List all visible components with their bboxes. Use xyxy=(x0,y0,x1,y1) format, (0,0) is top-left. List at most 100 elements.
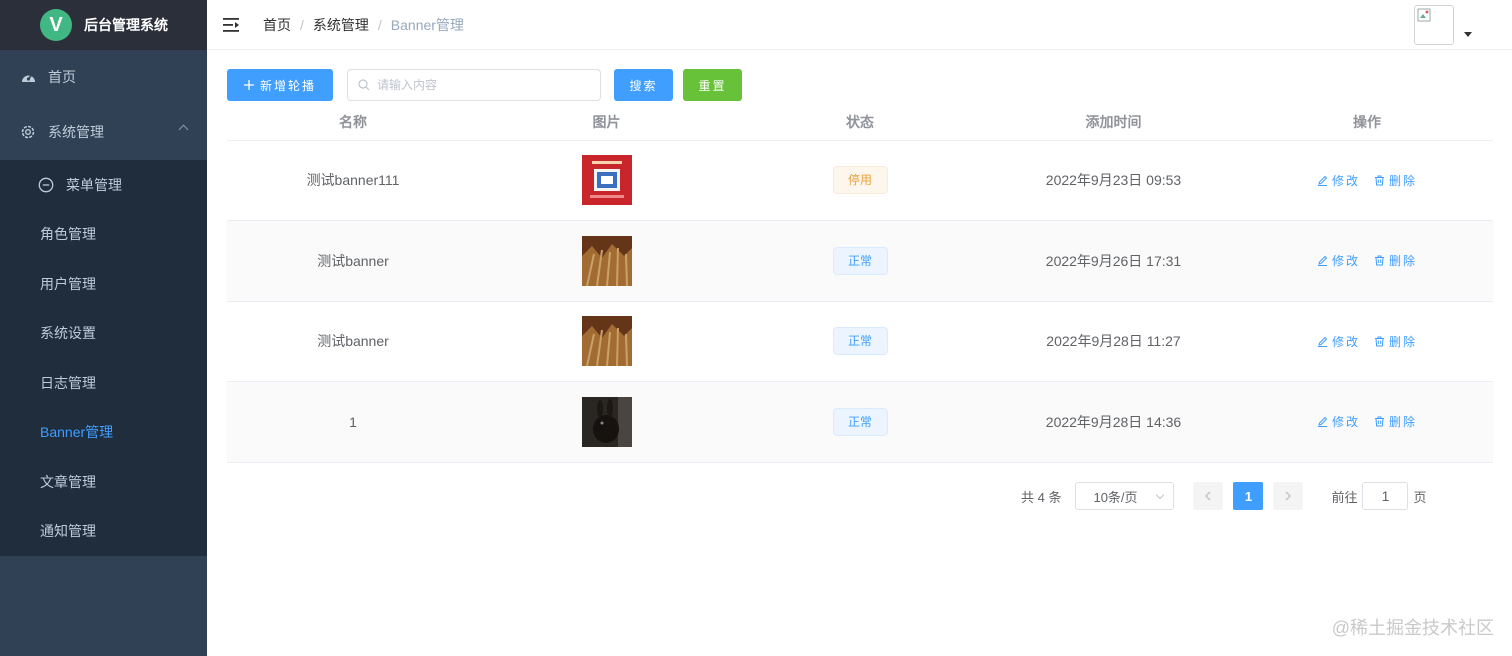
cell-actions: 修改 删除 xyxy=(1241,381,1493,463)
logo[interactable]: V 后台管理系统 xyxy=(0,0,207,50)
sidebar-item-roles[interactable]: 角色管理 xyxy=(0,210,207,260)
cell-image xyxy=(479,381,734,463)
sidebar-item-label: 首页 xyxy=(48,69,76,85)
edit-icon xyxy=(1318,175,1328,186)
cell-name: 1 xyxy=(227,381,479,463)
sidebar-item-home[interactable]: 首页 xyxy=(0,50,207,104)
page-size-value: 10条/页 xyxy=(1093,489,1138,505)
breadcrumb-separator: / xyxy=(300,16,304,33)
edit-icon xyxy=(1318,336,1328,347)
wheat-field-thumbnail[interactable] xyxy=(581,235,632,286)
goto-label: 前往 xyxy=(1331,489,1358,505)
chevron-up-icon xyxy=(178,124,189,135)
search-icon xyxy=(358,79,370,91)
next-page-button[interactable] xyxy=(1273,482,1304,510)
sidebar-item-users[interactable]: 用户管理 xyxy=(0,259,207,309)
sidebar-item-label: 角色管理 xyxy=(40,226,96,243)
trash-icon xyxy=(1374,416,1384,427)
minus-circle-icon xyxy=(38,177,54,193)
avatar[interactable] xyxy=(1414,5,1454,45)
edit-label: 修改 xyxy=(1332,415,1361,430)
column-header-time: 添加时间 xyxy=(986,108,1241,141)
pagination-total: 共 4 条 xyxy=(1021,489,1062,505)
breadcrumb: 首页 / 系统管理 / Banner管理 xyxy=(263,15,464,35)
status-badge: 正常 xyxy=(832,327,888,356)
sidebar-item-label: 系统设置 xyxy=(40,325,96,342)
page-number-current[interactable]: 1 xyxy=(1233,482,1264,510)
sidebar-item-label: 系统管理 xyxy=(48,124,104,140)
edit-button[interactable]: 修改 xyxy=(1317,252,1360,269)
delete-button[interactable]: 删除 xyxy=(1374,333,1417,350)
caret-down-icon[interactable] xyxy=(1464,32,1472,37)
delete-label: 删除 xyxy=(1388,173,1417,188)
delete-label: 删除 xyxy=(1388,415,1417,430)
breadcrumb-item-system[interactable]: 系统管理 xyxy=(313,15,369,35)
reset-button[interactable]: 重置 xyxy=(683,69,742,101)
sidebar-item-label: 文章管理 xyxy=(40,473,96,490)
prev-page-button[interactable] xyxy=(1193,482,1224,510)
delete-button[interactable]: 删除 xyxy=(1374,413,1417,430)
dashboard-icon xyxy=(20,71,36,83)
cell-status: 停用 xyxy=(734,140,986,221)
sidebar-item-label: 日志管理 xyxy=(40,374,96,391)
sidebar-item-system[interactable]: 系统管理 xyxy=(0,104,207,160)
sidebar-item-notices[interactable]: 通知管理 xyxy=(0,507,207,557)
goto-page-input[interactable] xyxy=(1362,482,1409,510)
red-poster-thumbnail[interactable] xyxy=(581,155,632,206)
navbar: 首页 / 系统管理 / Banner管理 xyxy=(207,0,1512,50)
cell-time: 2022年9月26日 17:31 xyxy=(986,220,1241,302)
cell-status: 正常 xyxy=(734,301,986,382)
sidebar-item-banner[interactable]: Banner管理 xyxy=(0,408,207,458)
sidebar-item-articles[interactable]: 文章管理 xyxy=(0,457,207,507)
cell-time: 2022年9月28日 11:27 xyxy=(986,301,1241,382)
sidebar-item-label: 用户管理 xyxy=(40,275,96,292)
add-banner-label: 新增轮播 xyxy=(259,78,316,93)
edit-button[interactable]: 修改 xyxy=(1317,413,1360,430)
cell-image xyxy=(479,140,734,221)
table-row: 测试banner 正常 2022年9月28日 11:27 修改 删除 xyxy=(227,301,1493,382)
cell-name: 测试banner111 xyxy=(227,140,479,221)
search-button[interactable]: 搜索 xyxy=(614,69,673,101)
table-row: 测试banner111 停用 2022年9月23日 09:53 修改 删除 xyxy=(227,140,1493,221)
edit-label: 修改 xyxy=(1332,173,1361,188)
sidebar-item-settings[interactable]: 系统设置 xyxy=(0,309,207,359)
sidebar-item-label: Banner管理 xyxy=(40,424,114,441)
page-size-select[interactable]: 10条/页 xyxy=(1075,482,1175,510)
pagination: 共 4 条 10条/页 1 前往 页 xyxy=(1021,482,1427,510)
delete-button[interactable]: 删除 xyxy=(1374,252,1417,269)
search-input[interactable] xyxy=(377,78,577,92)
table-header-row: 名称 图片 状态 添加时间 操作 xyxy=(227,108,1493,141)
chevron-right-icon xyxy=(1286,491,1292,501)
edit-button[interactable]: 修改 xyxy=(1317,333,1360,350)
vue-logo-icon: V xyxy=(40,9,72,41)
page-jumper: 前往 页 xyxy=(1331,482,1427,510)
cell-name: 测试banner xyxy=(227,220,479,302)
edit-icon xyxy=(1318,417,1328,428)
column-header-name: 名称 xyxy=(227,108,479,141)
delete-label: 删除 xyxy=(1388,334,1417,349)
chevron-left-icon xyxy=(1205,491,1211,501)
cell-time: 2022年9月23日 09:53 xyxy=(986,140,1241,221)
main-content: 新增轮播 搜索 重置 名称 图片 状态 添加时间 操作 测试banner111 xyxy=(227,50,1493,463)
edit-button[interactable]: 修改 xyxy=(1317,172,1360,189)
dark-animal-thumbnail[interactable] xyxy=(581,396,632,447)
cell-image xyxy=(479,301,734,382)
cell-time: 2022年9月28日 14:36 xyxy=(986,381,1241,463)
table-row: 1 正常 2022年9月28日 14:36 修改 删除 xyxy=(227,381,1493,463)
cell-status: 正常 xyxy=(734,220,986,302)
breadcrumb-item-home[interactable]: 首页 xyxy=(263,15,291,35)
add-banner-button[interactable]: 新增轮播 xyxy=(227,69,333,101)
hamburger-menu-icon[interactable] xyxy=(223,17,241,33)
page-unit-label: 页 xyxy=(1413,489,1427,505)
status-badge: 停用 xyxy=(832,166,888,195)
sidebar-item-menu[interactable]: 菜单管理 xyxy=(0,160,207,210)
sidebar-item-logs[interactable]: 日志管理 xyxy=(0,358,207,408)
wheat-field-thumbnail[interactable] xyxy=(581,316,632,367)
sidebar-item-label: 菜单管理 xyxy=(66,176,122,193)
delete-button[interactable]: 删除 xyxy=(1374,172,1417,189)
plus-icon xyxy=(243,80,254,90)
app-title: 后台管理系统 xyxy=(84,17,168,33)
banner-table: 名称 图片 状态 添加时间 操作 测试banner111 停用 2022年9月2… xyxy=(227,108,1493,463)
edit-label: 修改 xyxy=(1332,254,1361,269)
search-field[interactable] xyxy=(347,69,601,101)
